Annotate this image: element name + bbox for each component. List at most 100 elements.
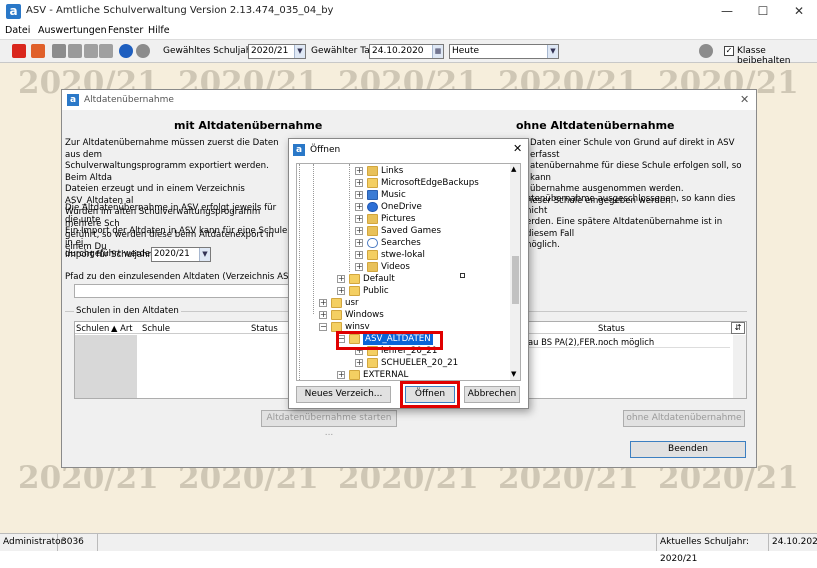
cancel-button[interactable]: Abbrechen bbox=[464, 386, 520, 403]
start-altdaten-button[interactable]: Altdatenübernahme starten ... bbox=[261, 410, 397, 438]
import-label: Import für Schuljahr bbox=[65, 250, 152, 260]
col-status[interactable]: Status bbox=[598, 322, 625, 334]
selection-highlight-box bbox=[336, 331, 443, 350]
collapse-icon[interactable]: − bbox=[319, 323, 327, 331]
schuljahr-label: Gewähltes Schuljahr bbox=[163, 46, 256, 56]
excluded-schools-table: Status ⇵ au BS PA(2),FER... noch möglich bbox=[527, 321, 747, 399]
path-input[interactable] bbox=[74, 284, 289, 298]
dialog-close-button[interactable]: ✕ bbox=[740, 93, 749, 106]
tree-item-label: Public bbox=[363, 286, 389, 296]
tree-item-label: Pictures bbox=[381, 214, 416, 224]
expand-icon[interactable]: + bbox=[337, 371, 345, 379]
music-icon bbox=[367, 190, 378, 200]
tree-item-label: OneDrive bbox=[381, 202, 422, 212]
klasse-checkbox[interactable]: ✓ bbox=[724, 46, 734, 56]
expand-icon[interactable]: + bbox=[355, 239, 363, 247]
cloud-icon bbox=[367, 202, 378, 212]
tree-item-label: Default bbox=[363, 274, 395, 284]
chevron-down-icon: ▼ bbox=[199, 248, 210, 261]
close-window-button[interactable]: ✕ bbox=[781, 0, 817, 23]
scrollbar[interactable] bbox=[733, 335, 746, 398]
tree-item-label: EXTERNAL bbox=[363, 370, 409, 380]
status-schuljahr: Aktuelles Schuljahr: 2020/21 bbox=[656, 534, 769, 564]
asv-logo-icon: a bbox=[67, 94, 79, 106]
expand-icon[interactable]: + bbox=[355, 227, 363, 235]
dialog-title: Altdatenübernahme bbox=[84, 95, 174, 105]
chevron-down-icon: ▼ bbox=[547, 45, 558, 58]
file-dialog-title: Öffnen bbox=[310, 145, 341, 155]
folder-icon bbox=[349, 286, 360, 296]
menu-auswertungen[interactable]: Auswertungen bbox=[38, 25, 107, 36]
maximize-button[interactable]: ☐ bbox=[745, 0, 781, 23]
toolbar: Gewähltes Schuljahr 2020/21 ▼ Gewählter T… bbox=[0, 39, 817, 66]
menu-hilfe[interactable]: Hilfe bbox=[148, 25, 170, 36]
orange-list-icon[interactable] bbox=[31, 44, 45, 58]
status-user: Administrator bbox=[0, 534, 64, 551]
paste-icon[interactable] bbox=[68, 44, 82, 58]
tree-item-label: stwe-lokal bbox=[381, 250, 425, 260]
schools-label: Schulen in den Altdaten bbox=[74, 306, 181, 316]
table-settings-icon[interactable]: ⇵ bbox=[731, 322, 745, 334]
tag-label: Gewählter Tag bbox=[311, 46, 376, 56]
copy-icon[interactable] bbox=[52, 44, 66, 58]
expand-icon[interactable]: + bbox=[355, 203, 363, 211]
folder-icon bbox=[367, 358, 378, 368]
col-schulen[interactable]: Schulen bbox=[76, 322, 109, 334]
expand-icon[interactable]: + bbox=[355, 359, 363, 367]
left-heading: mit Altdatenübernahme bbox=[174, 119, 323, 132]
right-description-2: atenübernahme ausgeschlossenen, so kann … bbox=[526, 194, 736, 250]
help-icon[interactable] bbox=[136, 44, 150, 58]
tree-item-label: Searches bbox=[381, 238, 421, 248]
expand-icon[interactable]: + bbox=[319, 299, 327, 307]
new-folder-button[interactable]: Neues Verzeich... bbox=[296, 386, 391, 403]
menu-bar: Datei Auswertungen Fenster Hilfe bbox=[0, 23, 817, 39]
tree-scrollbar[interactable]: ▲ ▼ bbox=[510, 164, 520, 380]
scroll-down-icon[interactable]: ▼ bbox=[511, 370, 516, 378]
ohne-altdaten-button[interactable]: ohne Altdatenübernahme bbox=[623, 410, 745, 427]
expand-icon[interactable]: + bbox=[337, 275, 345, 283]
menu-fenster[interactable]: Fenster bbox=[108, 25, 143, 36]
scroll-up-icon[interactable]: ▲ bbox=[511, 165, 516, 173]
schuljahr-select[interactable]: 2020/21 ▼ bbox=[248, 44, 306, 59]
expand-icon[interactable]: + bbox=[355, 215, 363, 223]
beenden-button[interactable]: Beenden bbox=[630, 441, 746, 458]
col-schule[interactable]: Schule bbox=[142, 322, 170, 334]
col-status[interactable]: Status bbox=[251, 322, 278, 334]
special-icon bbox=[367, 226, 378, 236]
tree-item-label: Music bbox=[381, 190, 406, 200]
window-titlebar: a ASV - Amtliche Schulverwaltung Version… bbox=[0, 0, 817, 23]
expand-icon[interactable]: + bbox=[355, 179, 363, 187]
dialog-titlebar: a Altdatenübernahme ✕ bbox=[62, 90, 756, 110]
table-header-row: Status bbox=[528, 322, 733, 334]
tree-item-label: MicrosoftEdgeBackups bbox=[381, 178, 479, 188]
lightning-icon[interactable] bbox=[84, 44, 98, 58]
tree-item-label: Windows bbox=[345, 310, 384, 320]
tree-item-label: Videos bbox=[381, 262, 410, 272]
tag-input[interactable]: 24.10.2020 ▦ bbox=[369, 44, 444, 59]
table-row[interactable]: au BS PA(2),FER... noch möglich bbox=[528, 336, 730, 348]
minimize-button[interactable]: — bbox=[709, 0, 745, 23]
folder-icon bbox=[349, 370, 360, 380]
info-icon[interactable] bbox=[119, 44, 133, 58]
special-icon bbox=[367, 166, 378, 176]
expand-icon[interactable]: + bbox=[355, 263, 363, 271]
special-icon bbox=[367, 262, 378, 272]
file-open-dialog: a Öffnen ✕ + Links + MicrosoftEdgeBackups + M… bbox=[288, 138, 529, 409]
red-list-icon[interactable] bbox=[12, 44, 26, 58]
file-dialog-close-button[interactable]: ✕ bbox=[513, 142, 522, 155]
folder-icon bbox=[331, 310, 342, 320]
expand-icon[interactable]: + bbox=[355, 251, 363, 259]
col-art[interactable]: ▲ Art bbox=[111, 322, 133, 334]
menu-datei[interactable]: Datei bbox=[5, 25, 30, 36]
scroll-thumb[interactable] bbox=[512, 256, 519, 304]
expand-icon[interactable]: + bbox=[355, 167, 363, 175]
expand-icon[interactable]: + bbox=[319, 311, 327, 319]
expand-icon[interactable]: + bbox=[337, 287, 345, 295]
expand-icon[interactable]: + bbox=[355, 191, 363, 199]
user-icon[interactable] bbox=[699, 44, 713, 58]
open-button-highlight-box bbox=[400, 381, 460, 408]
lightning-alt-icon[interactable] bbox=[99, 44, 113, 58]
heute-select[interactable]: Heute ▼ bbox=[449, 44, 559, 59]
import-year-select[interactable]: 2020/21 ▼ bbox=[151, 247, 211, 262]
table-row[interactable] bbox=[75, 335, 137, 398]
